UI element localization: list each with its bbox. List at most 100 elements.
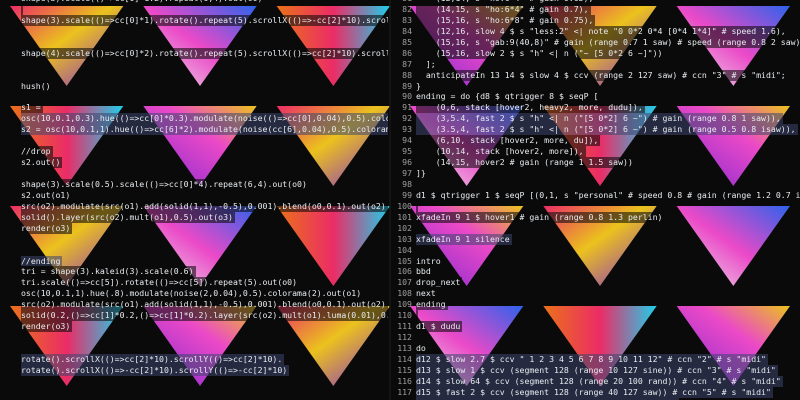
code-line[interactable]: 97]} [394,168,800,179]
code-line[interactable]: osc(10,0.1,1).hue(.8).modulate(noise(2,0… [2,288,388,300]
code-line[interactable]: 113 do [394,343,800,354]
code-text[interactable]: render(o3) [21,222,73,234]
code-text[interactable]: s1 = [21,102,43,114]
code-text[interactable]: tri.scale(()=>cc[5]).rotate(()=>cc[5]).r… [21,277,300,289]
code-text[interactable]: (0,6, stack [hover2, heavy2, more, dudu]… [416,102,645,114]
code-text[interactable] [21,168,23,179]
code-text[interactable]: xfadeIn 9 1 $ hover1 # gain (range 0.8 1… [416,211,665,223]
code-text[interactable] [21,36,23,48]
code-line[interactable]: src(o2).modulate(src(o1).add(solid(1,1),… [2,299,388,311]
code-line[interactable] [2,332,388,343]
code-line[interactable]: //drop [2,146,388,158]
code-text[interactable] [416,200,418,212]
code-line[interactable]: 101 xfadeIn 9 1 $ hover1 # gain (range 0.… [394,211,800,223]
code-line[interactable] [2,386,388,398]
code-line[interactable]: s2.out(o1) [2,189,388,201]
code-line[interactable]: 91 (0,6, stack [hover2, heavy2, more, du… [394,102,800,114]
code-line[interactable]: 116 d14 $ slow 64 $ ccv (segment 128 (ran… [394,375,800,387]
code-text[interactable]: solid(0.2,()=>cc[1]*0.2,()=>cc[1]*0.2).l… [21,310,388,322]
code-text[interactable] [21,25,23,37]
right-code-area[interactable]: 81 (12,14, s "ho:6*4" # gain 0.65),82 (1… [394,0,800,400]
code-line[interactable]: hush() [2,80,388,92]
code-text[interactable]: solid().layer(src(o2).mult(o1),0.5).out(… [21,211,235,223]
code-line[interactable]: 111 d1 $ dudu [394,321,800,333]
code-text[interactable] [21,91,23,103]
code-line[interactable] [2,3,388,15]
code-line[interactable]: 96 (14,15, hover2 # gain (range 1 1.5 sa… [394,157,800,168]
code-text[interactable] [21,58,23,70]
code-text[interactable]: hush() [21,80,53,92]
code-text[interactable] [21,3,23,15]
code-text[interactable] [416,222,418,234]
code-text[interactable]: intro [416,255,443,267]
code-line[interactable]: 88 anticipateIn 13 14 $ slow 4 $ ccv (ra… [394,69,800,81]
pane-divider[interactable] [389,0,391,400]
code-text[interactable] [21,386,23,398]
code-text[interactable]: osc(10,0.1,1).hue(.8).modulate(noise(2,0… [21,288,364,300]
code-line[interactable]: 84 (12,16, slow 4 $ s "less:2" <| note "… [394,25,800,37]
code-line[interactable] [2,58,388,70]
right-editor-pane[interactable]: 81 (12,14, s "ho:6*4" # gain 0.65),82 (1… [392,0,800,400]
code-line[interactable]: 106 bbd [394,266,800,278]
code-line[interactable]: render(o3) [2,321,388,333]
code-text[interactable] [416,332,418,343]
code-text[interactable]: rotate().scrollX(()=>-cc[2]*10).scrollY(… [21,364,290,376]
code-line[interactable]: 105 intro [394,255,800,267]
code-line[interactable]: rotate().scrollX(()=>cc[2]*10).scrollY((… [2,353,388,365]
code-text[interactable]: d1 $ dudu [416,321,463,333]
code-text[interactable] [416,244,418,256]
code-line[interactable]: shape(3).scale(()=>cc[0]*1).rotate().rep… [2,14,388,26]
code-line[interactable]: 109 ending [394,299,800,311]
code-text[interactable]: bbd [416,266,433,278]
code-text[interactable] [21,233,23,245]
code-line[interactable]: s2.out() [2,157,388,168]
code-line[interactable]: shape(3).scale(0.5).scale(()=>cc[0]*4).r… [2,178,388,190]
code-text[interactable]: (15,16, s "ho:6*8" # gain 0.75), [416,14,596,26]
code-line[interactable]: 87 ]; [394,58,800,70]
code-line[interactable] [2,168,388,179]
code-line[interactable]: 92 (3,5.4, fast 2 $ s "h" <| n ("[5 0*2]… [394,113,800,125]
code-text[interactable]: ending [416,299,448,311]
code-line[interactable]: osc(10,0.1,0.3).hue(()=>cc[0]*0.3).modul… [2,113,388,125]
code-text[interactable]: osc(10,0.1,0.3).hue(()=>cc[0]*0.3).modul… [21,113,388,125]
code-text[interactable]: (10,14, stack [hover2, more]), [416,146,586,158]
code-line[interactable]: 95 (10,14, stack [hover2, more]), [394,146,800,158]
code-text[interactable]: d15 $ fast 2 $ ccv (segment 128 (range 4… [416,386,773,398]
code-text[interactable] [416,178,418,190]
code-text[interactable] [21,375,23,387]
code-text[interactable]: //drop [21,146,53,158]
code-line[interactable] [2,25,388,37]
code-line[interactable]: //ending [2,255,388,267]
code-line[interactable]: 90 ending = do {d8 $ qtrigger 8 $ seqP [ [394,91,800,103]
code-line[interactable]: 99 d1 $ qtrigger 1 $ seqP [(0,1, s "perso… [394,189,800,201]
code-line[interactable]: shape(4).scale(()=>cc[0]*2).rotate().rep… [2,47,388,59]
code-line[interactable]: s2 = osc(10,0.1,1).hue(()=>cc[6]*2).modu… [2,124,388,136]
code-line[interactable]: 83 (15,16, s "ho:6*8" # gain 0.75), [394,14,800,26]
code-line[interactable] [2,36,388,48]
code-text[interactable]: shape(3).scale(()=>cc[0]*1.2).repeat(6,4… [21,0,265,4]
code-text[interactable]: s2.out(o1) [21,189,73,201]
code-line[interactable]: 85 (15,16, s "gab:9(40,8)" # gain (range… [394,36,800,48]
code-text[interactable]: d14 $ slow 64 $ ccv (segment 128 (range … [416,375,783,387]
code-text[interactable]: (12,16, slow 4 $ s "less:2" <| note "0 0… [416,25,788,37]
code-text[interactable]: (14,15, s "ho:6*4" # gain 0.7), [416,3,591,15]
code-text[interactable]: s2.out() [21,157,63,168]
code-line[interactable]: src(o2).modulate(src(o1).add(solid(1,1),… [2,200,388,212]
code-line[interactable]: 114 d12 $ slow 2.7 $ ccv " 1 2 3 4 5 6 7 … [394,353,800,365]
code-text[interactable]: anticipateIn 13 14 $ slow 4 $ ccv (range… [416,69,788,81]
code-line[interactable] [2,91,388,103]
code-text[interactable]: (15,16, slow 2 $ s "h" <| n ("~ [5 0*2 6… [416,47,665,59]
code-text[interactable]: //ending [21,255,63,267]
code-line[interactable]: 102 [394,222,800,234]
code-text[interactable]: xfadeIn 9 1 silence [416,233,512,245]
code-line[interactable] [2,375,388,387]
code-line[interactable]: 104 [394,244,800,256]
code-text[interactable]: tri = shape(3).kaleid(3).scale(0.6) [21,266,196,278]
code-text[interactable]: ]} [416,168,428,179]
code-text[interactable]: drop_next [416,277,463,289]
code-text[interactable]: d12 $ slow 2.7 $ ccv " 1 2 3 4 5 6 7 8 9… [416,353,768,365]
code-line[interactable]: rotate().scrollX(()=>-cc[2]*10).scrollY(… [2,364,388,376]
code-line[interactable]: 107 drop_next [394,277,800,289]
code-text[interactable]: shape(3).scale(()=>cc[0]*1).rotate().rep… [21,14,388,26]
code-line[interactable]: 100 [394,200,800,212]
